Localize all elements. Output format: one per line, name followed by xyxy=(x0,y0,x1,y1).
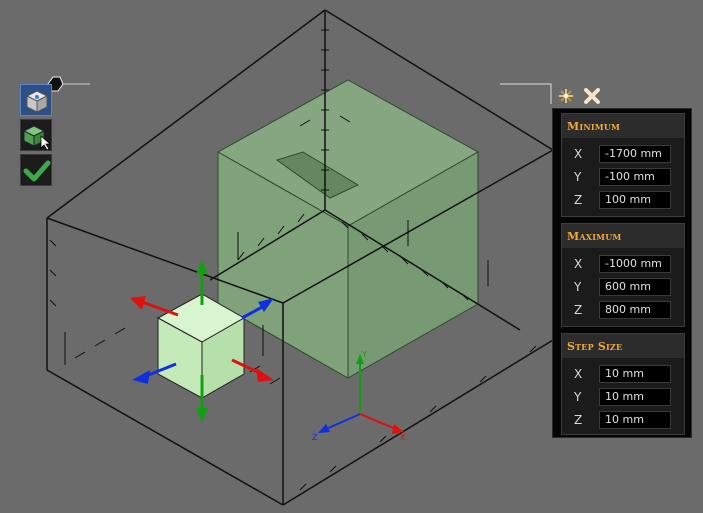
section-title: Maximum xyxy=(562,224,684,248)
axis-label: X xyxy=(574,367,583,381)
axis-label: Z xyxy=(574,193,583,207)
select-box-icon xyxy=(22,125,52,151)
confirm-button[interactable] xyxy=(20,154,52,186)
section-title: Minimum xyxy=(562,114,684,138)
minimum-section: Minimum X -1700 mm Y -100 mm Z 100 mm xyxy=(561,113,685,217)
axis-label: Z xyxy=(574,413,583,427)
green-volume xyxy=(216,79,480,379)
select-box-button[interactable] xyxy=(20,119,52,151)
axis-label: Y xyxy=(574,170,582,184)
axis-label: X xyxy=(574,257,583,271)
min-x-row: X -1700 mm xyxy=(562,143,684,166)
panel-leader-line xyxy=(500,83,552,104)
axis-x-label: X xyxy=(400,433,406,442)
min-x-field[interactable]: -1700 mm xyxy=(599,145,671,163)
min-z-field[interactable]: 100 mm xyxy=(599,191,671,209)
checkmark-icon xyxy=(23,160,51,182)
min-y-field[interactable]: -100 mm xyxy=(599,168,671,186)
max-z-field[interactable]: 800 mm xyxy=(599,301,671,319)
axis-label: Z xyxy=(574,303,583,317)
bounds-panel: Minimum X -1700 mm Y -100 mm Z 100 mm Maxim… xyxy=(552,108,692,438)
max-z-row: Z 800 mm xyxy=(562,299,684,322)
maximum-section: Maximum X -1000 mm Y 600 mm Z 800 mm xyxy=(561,223,685,327)
axis-y-label: Y xyxy=(361,350,367,359)
min-y-row: Y -100 mm xyxy=(562,166,684,189)
toolbar-anchor-handle[interactable] xyxy=(47,76,90,92)
section-title: Step Size xyxy=(562,334,684,358)
step-y-field[interactable]: 10 mm xyxy=(599,388,671,406)
min-z-row: Z 100 mm xyxy=(562,189,684,212)
step-z-row: Z 10 mm xyxy=(562,409,684,432)
view-cube-icon xyxy=(25,90,49,113)
step-z-field[interactable]: 10 mm xyxy=(599,411,671,429)
axis-label: Y xyxy=(574,280,582,294)
max-x-field[interactable]: -1000 mm xyxy=(599,255,671,273)
axis-z-label: Z xyxy=(312,433,318,442)
left-toolbar xyxy=(20,84,54,189)
step-x-field[interactable]: 10 mm xyxy=(599,365,671,383)
max-x-row: X -1000 mm xyxy=(562,253,684,276)
pin-sparkle-icon[interactable] xyxy=(556,86,576,106)
axis-label: Y xyxy=(574,390,582,404)
close-icon[interactable] xyxy=(582,86,602,106)
step-size-section: Step Size X 10 mm Y 10 mm Z 10 mm xyxy=(561,333,685,435)
max-y-field[interactable]: 600 mm xyxy=(599,278,671,296)
step-y-row: Y 10 mm xyxy=(562,386,684,409)
step-x-row: X 10 mm xyxy=(562,363,684,386)
axis-label: X xyxy=(574,147,583,161)
max-y-row: Y 600 mm xyxy=(562,276,684,299)
view-cube-button[interactable] xyxy=(20,84,52,116)
